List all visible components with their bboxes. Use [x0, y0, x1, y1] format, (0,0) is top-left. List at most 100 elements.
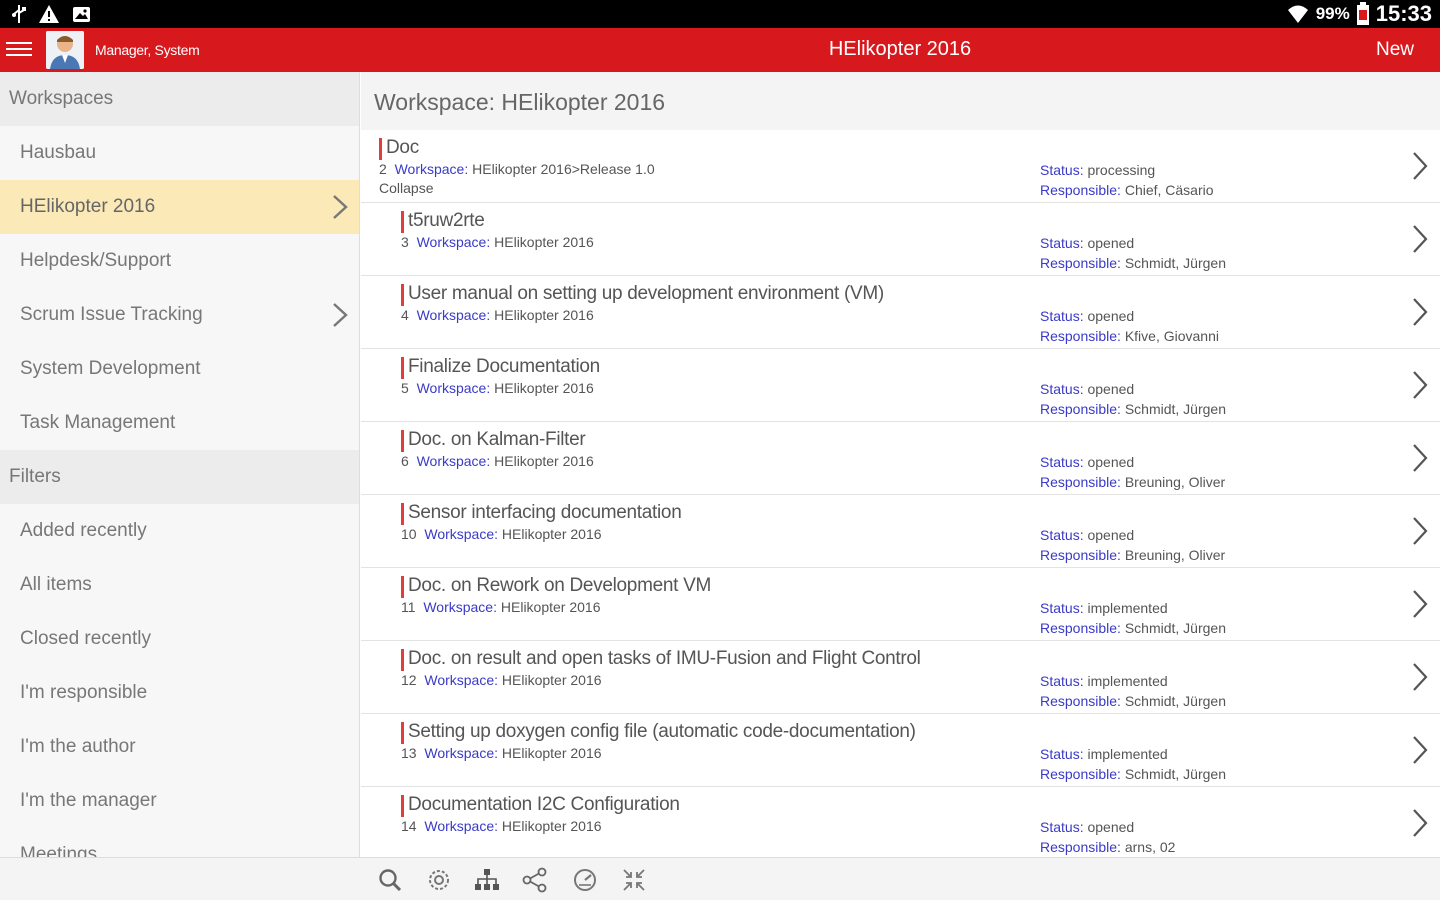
item-meta: 13 Workspace: HElikopter 2016 [401, 745, 602, 761]
dashboard-icon[interactable] [572, 867, 598, 893]
sidebar-item-helikopter-2016[interactable]: HElikopter 2016 [0, 180, 359, 234]
warning-icon [39, 5, 59, 23]
workspace-key: Workspace: [423, 599, 497, 615]
item-number: 11 [401, 599, 416, 615]
status-key: Status: [1040, 527, 1084, 543]
settings-icon[interactable] [426, 867, 452, 893]
list-item[interactable]: Doc. on result and open tasks of IMU-Fus… [361, 641, 1440, 714]
hamburger-menu-icon[interactable] [6, 38, 34, 62]
list-item[interactable]: Documentation I2C Configuration 14 Worksp… [361, 787, 1440, 857]
user-name[interactable]: Manager, System [95, 42, 200, 58]
status-key: Status: [1040, 235, 1084, 251]
sidebar-item-task-management[interactable]: Task Management [0, 396, 359, 450]
sidebar-item-helpdesk-support[interactable]: Helpdesk/Support [0, 234, 359, 288]
sidebar-item-label: HElikopter 2016 [20, 196, 156, 217]
item-status-block: Status: opened Responsible: Breuning, Oli… [1040, 525, 1225, 565]
item-status-block: Status: implemented Responsible: Schmidt,… [1040, 744, 1226, 784]
item-number: 4 [401, 307, 409, 323]
sidebar-item-label: Task Management [20, 412, 176, 433]
responsible-value: Breuning, Oliver [1124, 547, 1226, 563]
sidebar-item-meetings[interactable]: Meetings [0, 828, 359, 857]
list-item[interactable]: Finalize Documentation 5 Workspace: HElik… [361, 349, 1440, 422]
share-icon[interactable] [522, 867, 548, 893]
item-title: Doc [386, 137, 419, 158]
sidebar-item-scrum-issue-tracking[interactable]: Scrum Issue Tracking [0, 288, 359, 342]
chevron-right-icon[interactable] [329, 302, 351, 328]
status-value: opened [1087, 819, 1135, 835]
chevron-right-icon[interactable] [1410, 296, 1430, 328]
chevron-right-icon[interactable] [1410, 661, 1430, 693]
sidebar-item-system-development[interactable]: System Development [0, 342, 359, 396]
status-line: Status: processing [1040, 160, 1214, 180]
item-number: 2 [379, 161, 387, 177]
chevron-right-icon[interactable] [1410, 515, 1430, 547]
item-number: 14 [401, 818, 417, 834]
chevron-right-icon[interactable] [1410, 150, 1430, 182]
sidebar-item-hausbau[interactable]: Hausbau [0, 126, 359, 180]
priority-marker [401, 503, 404, 525]
item-meta: 4 Workspace: HElikopter 2016 [401, 307, 594, 323]
item-workspace: HElikopter 2016>Release 1.0 [472, 161, 655, 177]
status-line: Status: opened [1040, 306, 1219, 326]
sidebar-item-im-the-manager[interactable]: I'm the manager [0, 774, 359, 828]
workspace-key: Workspace: [416, 453, 491, 469]
chevron-right-icon[interactable] [1410, 223, 1430, 255]
status-key: Status: [1040, 308, 1084, 324]
item-number: 3 [401, 234, 409, 250]
status-value: implemented [1087, 746, 1168, 762]
list-item[interactable]: Doc. on Kalman-Filter 6 Workspace: HEliko… [361, 422, 1440, 495]
item-status-block: Status: opened Responsible: Kfive, Giovan… [1040, 306, 1219, 346]
status-line: Status: implemented [1040, 598, 1226, 618]
chevron-right-icon[interactable] [329, 194, 351, 220]
sidebar-item-im-the-author[interactable]: I'm the author [0, 720, 359, 774]
collapse-link[interactable]: Collapse [379, 180, 433, 196]
chevron-right-icon[interactable] [1410, 588, 1430, 620]
sidebar-item-added-recently[interactable]: Added recently [0, 504, 359, 558]
responsible-key: Responsible: [1040, 693, 1121, 709]
hierarchy-icon[interactable] [474, 867, 500, 893]
item-title: Sensor interfacing documentation [408, 502, 682, 523]
header-title: HElikopter 2016 [828, 38, 972, 60]
item-meta: 14 Workspace: HElikopter 2016 [401, 818, 602, 834]
chevron-right-icon[interactable] [1410, 442, 1430, 474]
sidebar-item-all-items[interactable]: All items [0, 558, 359, 612]
avatar[interactable] [46, 31, 84, 69]
list-item[interactable]: User manual on setting up development en… [361, 276, 1440, 349]
priority-marker [401, 211, 404, 233]
responsible-value: Schmidt, Jürgen [1124, 401, 1226, 417]
sidebar-item-closed-recently[interactable]: Closed recently [0, 612, 359, 666]
sidebar-item-im-responsible[interactable]: I'm responsible [0, 666, 359, 720]
item-status-block: Status: opened Responsible: Schmidt, Jürg… [1040, 233, 1226, 273]
priority-marker [401, 649, 404, 671]
list-item[interactable]: Doc 2 Workspace: HElikopter 2016>Release … [361, 130, 1440, 203]
list-item[interactable]: t5ruw2rte 3 Workspace: HElikopter 2016 Sta… [361, 203, 1440, 276]
chevron-right-icon[interactable] [1410, 734, 1430, 766]
item-status-block: Status: opened Responsible: arns, 02 [1040, 817, 1175, 857]
list-item[interactable]: Sensor interfacing documentation 10 Works… [361, 495, 1440, 568]
chevron-right-icon[interactable] [1410, 369, 1430, 401]
item-title: Doc. on result and open tasks of IMU-Fus… [408, 648, 921, 669]
status-key: Status: [1040, 454, 1084, 470]
item-title: Documentation I2C Configuration [408, 794, 680, 815]
item-status-block: Status: opened Responsible: Schmidt, Jürg… [1040, 379, 1226, 419]
workspace-key: Workspace: [424, 672, 499, 688]
new-button[interactable]: New [1376, 39, 1414, 61]
list-item[interactable]: Doc. on Rework on Development VM 11 Works… [361, 568, 1440, 641]
responsible-line: Responsible: Schmidt, Jürgen [1040, 691, 1226, 711]
item-title: Doc. on Kalman-Filter [408, 429, 586, 450]
workspaces-heading: Workspaces [0, 72, 359, 126]
collapse-icon[interactable] [621, 867, 647, 893]
list-item[interactable]: Setting up doxygen config file (automati… [361, 714, 1440, 787]
responsible-line: Responsible: Schmidt, Jürgen [1040, 618, 1226, 638]
chevron-right-icon[interactable] [1410, 807, 1430, 839]
clock: 15:33 [1375, 1, 1432, 26]
sidebar-item-label: Helpdesk/Support [20, 250, 172, 271]
status-line: Status: opened [1040, 379, 1226, 399]
responsible-value: Schmidt, Jürgen [1124, 620, 1226, 636]
search-icon[interactable] [377, 867, 403, 893]
workspace-key: Workspace: [424, 526, 499, 542]
item-meta: 6 Workspace: HElikopter 2016 [401, 453, 594, 469]
sidebar-item-label: Added recently [20, 520, 147, 541]
status-line: Status: opened [1040, 233, 1226, 253]
status-key: Status: [1040, 381, 1084, 397]
